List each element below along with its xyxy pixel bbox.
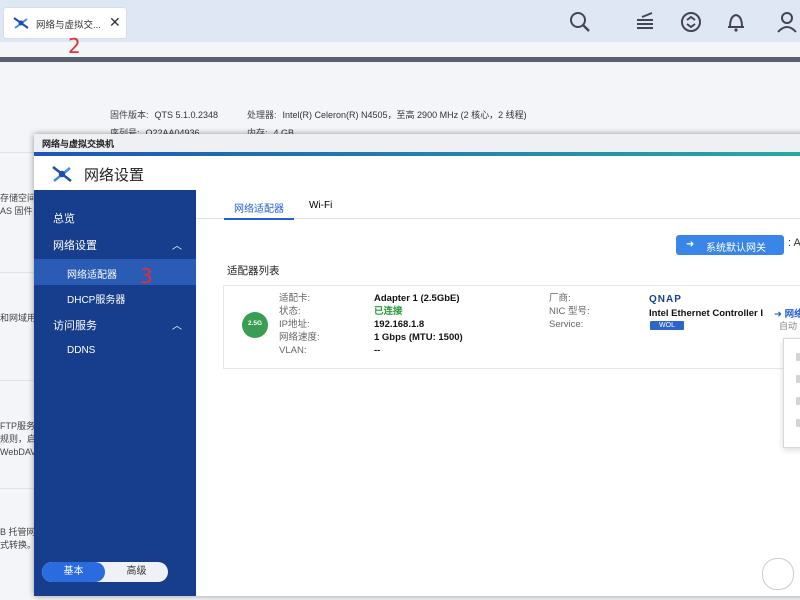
- vendor-labels: 厂商: NIC 型号: Service:: [549, 292, 590, 331]
- vlan-value: --: [374, 345, 381, 356]
- mode-basic-button[interactable]: 基本: [42, 562, 105, 582]
- bg-frag-line: FTP服务: [0, 421, 35, 431]
- bg-frag-line: 式转换。: [0, 540, 37, 550]
- firmware-label: 固件版本:: [110, 110, 149, 120]
- network-switch-icon: [52, 166, 72, 182]
- bg-text-fragment: 存储空间 AS 固件: [0, 192, 36, 218]
- context-menu[interactable]: [783, 338, 800, 448]
- tab-network-adapters[interactable]: 网络适配器: [224, 200, 294, 220]
- wol-badge: WOL: [650, 321, 684, 330]
- tasks-icon[interactable]: [632, 9, 658, 35]
- tab-wifi[interactable]: Wi-Fi: [309, 200, 332, 211]
- sidebar-item-label: 总览: [53, 213, 75, 225]
- bg-frag-line: B 托管网: [0, 527, 36, 537]
- search-icon[interactable]: [567, 9, 593, 35]
- status-label: 状态:: [279, 306, 301, 317]
- annotation-2: 2: [68, 34, 81, 58]
- user-icon[interactable]: [774, 9, 800, 35]
- sidebar-item-label: DDNS: [67, 345, 96, 356]
- sidebar-item-label: DHCP服务器: [67, 295, 126, 306]
- window-titlebar[interactable]: 网络与虚拟交换机: [34, 134, 800, 152]
- main-content: 网络适配器 Wi-Fi ➜ 系统默认网关 : A 适配器列表 2.5G 适配卡:…: [196, 190, 800, 596]
- cpu-label: 处理器:: [247, 110, 277, 120]
- cpu-value: Intel(R) Celeron(R) N4505，至高 2900 MHz (2…: [282, 110, 527, 120]
- adapter-speed-badge: 2.5G: [247, 320, 263, 327]
- system-default-gateway-button[interactable]: ➜ 系统默认网关: [676, 235, 784, 255]
- firmware-value: QTS 5.1.0.2348: [154, 110, 219, 120]
- sidebar: 总览 网络设置 ︿ 网络适配器 DHCP服务器 访问服务 ︿ DDNS 基本 高…: [34, 190, 196, 596]
- adapter-values: Adapter 1 (2.5GbE) 已连接 192.168.1.8 1 Gbp…: [374, 292, 463, 357]
- bg-frag-line: 存储空间: [0, 193, 37, 203]
- section-title: 适配器列表: [227, 265, 280, 277]
- cpu-info: 处理器: Intel(R) Celeron(R) N4505，至高 2900 MH…: [247, 108, 527, 121]
- window-heading: 网络设置: [84, 167, 145, 184]
- bg-text-fragment: 和网域用: [0, 312, 36, 325]
- sidebar-item-label: 访问服务: [53, 320, 97, 332]
- mode-advanced-button[interactable]: 高级: [105, 562, 168, 582]
- menu-item[interactable]: [796, 419, 800, 427]
- close-icon[interactable]: ✕: [109, 13, 121, 31]
- adapter-value: Adapter 1 (2.5GbE): [374, 293, 460, 304]
- menu-item[interactable]: [796, 353, 800, 361]
- ip-label: IP地址:: [279, 319, 310, 330]
- chevron-up-icon: ︿: [172, 321, 182, 332]
- vendor-logo: QNAP: [649, 294, 682, 305]
- speed-label: 网络速度:: [279, 332, 320, 343]
- vlan-label: VLAN:: [279, 345, 307, 356]
- sidebar-item-label: 网络适配器: [67, 270, 117, 281]
- gateway-icon: ➜: [686, 239, 695, 250]
- status-value: 已连接: [374, 306, 403, 317]
- chevron-up-icon: ︿: [172, 241, 182, 252]
- top-bar: 网络与虚拟交... ✕: [0, 0, 800, 42]
- annotation-3: 3: [140, 264, 153, 288]
- watermark-logo: [762, 558, 794, 590]
- bg-text-fragment: B 托管网式转换。: [0, 526, 36, 552]
- ethernet-port-icon: 2.5G: [242, 312, 268, 338]
- browser-tab-title: 网络与虚拟交...: [36, 20, 101, 31]
- window-header: 网络设置: [34, 156, 800, 191]
- firmware-info: 固件版本: QTS 5.1.0.2348: [110, 108, 218, 121]
- gateway-value-fragment: : A: [788, 237, 800, 249]
- auto-fragment: 自动: [779, 321, 798, 331]
- menu-item[interactable]: [796, 375, 800, 383]
- bg-frag-line: WebDAV: [0, 447, 37, 457]
- adapter-label: 适配卡:: [279, 293, 311, 304]
- sidebar-item-label: 网络设置: [53, 240, 97, 252]
- menu-item[interactable]: [796, 397, 800, 405]
- divider-strip: [0, 57, 800, 62]
- network-settings-window: 网络与虚拟交换机 网络设置 总览 网络设置 ︿ 网络适配器 DHCP服务器 访问…: [34, 134, 800, 596]
- browser-tab[interactable]: 网络与虚拟交... ✕: [4, 8, 126, 38]
- mode-toggle[interactable]: 基本 高级: [42, 562, 168, 582]
- content-tabs: 网络适配器 Wi-Fi: [196, 190, 800, 220]
- bg-divider: [0, 272, 34, 273]
- speed-value: 1 Gbps (MTU: 1500): [374, 332, 463, 343]
- sidebar-item-network-adapters[interactable]: 网络适配器: [34, 259, 196, 285]
- vendor-label: 厂商:: [549, 293, 571, 304]
- bg-text-fragment: FTP服务规则，启 WebDAV: [0, 420, 36, 459]
- sidebar-group-access-services[interactable]: 访问服务 ︿: [34, 317, 196, 333]
- bg-frag-line: 和网域用: [0, 313, 37, 323]
- bg-frag-line: 规则，启: [0, 434, 37, 444]
- sidebar-item-ddns[interactable]: DDNS: [34, 345, 196, 361]
- sync-icon[interactable]: [678, 9, 704, 35]
- sidebar-group-network-settings[interactable]: 网络设置 ︿: [34, 237, 196, 253]
- network-link-fragment[interactable]: ➜ 网络: [774, 306, 800, 320]
- bg-divider: [0, 152, 34, 153]
- button-label: 系统默认网关: [706, 243, 766, 254]
- network-switch-icon: [13, 17, 29, 29]
- adapter-card[interactable]: 2.5G 适配卡: 状态: IP地址: 网络速度: VLAN: Adapter …: [223, 285, 800, 369]
- ip-value: 192.168.1.8: [374, 319, 425, 330]
- sidebar-item-dhcp-server[interactable]: DHCP服务器: [34, 291, 196, 307]
- sidebar-item-overview[interactable]: 总览: [34, 210, 196, 226]
- bell-icon[interactable]: [723, 9, 749, 35]
- bg-divider: [0, 380, 34, 381]
- adapter-labels: 适配卡: 状态: IP地址: 网络速度: VLAN:: [279, 292, 320, 357]
- nic-label: NIC 型号:: [549, 306, 590, 317]
- service-label: Service:: [549, 319, 584, 330]
- bg-divider: [0, 488, 34, 489]
- bg-frag-line: AS 固件: [0, 206, 33, 216]
- nic-value: Intel Ethernet Controller I: [649, 308, 764, 319]
- window-title: 网络与虚拟交换机: [42, 139, 115, 149]
